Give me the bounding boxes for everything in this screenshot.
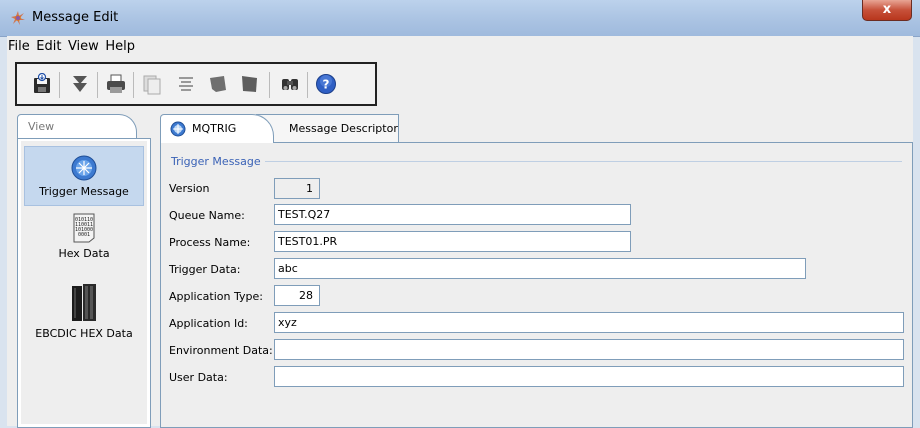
trigger-message-icon — [71, 155, 97, 181]
application-type-label: Application Type: — [169, 290, 263, 303]
process-name-field[interactable]: TEST01.PR — [274, 231, 631, 252]
menu-view[interactable]: View — [67, 36, 101, 54]
ebcdic-hex-data-icon — [70, 283, 98, 323]
user-data-field[interactable] — [274, 366, 904, 387]
application-id-field[interactable]: xyz — [274, 312, 904, 333]
view-tab[interactable]: View — [17, 114, 137, 139]
section-divider — [265, 161, 902, 162]
view-panel: View Trigger Message 010110 110011 10100… — [17, 114, 151, 428]
tab-message-descriptor[interactable]: Message Descriptor — [256, 114, 399, 142]
environment-data-field[interactable] — [274, 339, 904, 360]
tab-label: Message Descriptor — [289, 122, 398, 135]
download-icon[interactable] — [69, 73, 91, 95]
toolbar: ? — [15, 62, 377, 106]
close-button[interactable]: x — [862, 0, 912, 21]
menu-help[interactable]: Help — [104, 36, 137, 54]
view-panel-frame: Trigger Message 010110 110011 101000 000… — [17, 138, 151, 428]
print-icon[interactable] — [105, 73, 127, 95]
toolbar-separator — [59, 72, 60, 98]
queue-name-label: Queue Name: — [169, 209, 245, 222]
toolbar-separator — [97, 72, 98, 98]
window-title: Message Edit — [32, 10, 119, 25]
application-id-label: Application Id: — [169, 317, 248, 330]
align-icon[interactable] — [175, 73, 197, 95]
application-type-field[interactable]: 28 — [274, 285, 320, 306]
section-title: Trigger Message — [171, 155, 261, 168]
nav-item-label: Hex Data — [58, 247, 110, 260]
find-icon[interactable] — [279, 73, 301, 95]
nav-item-hex-data[interactable]: 010110 110011 101000 0001 Hex Data — [24, 209, 144, 269]
version-label: Version — [169, 182, 210, 195]
hex-data-icon: 010110 110011 101000 0001 — [72, 213, 96, 243]
nav-item-trigger-message[interactable]: Trigger Message — [24, 146, 144, 206]
save-icon[interactable] — [31, 73, 53, 95]
menu-edit[interactable]: Edit — [35, 36, 63, 54]
tab-mqtrig[interactable]: MQTRIG — [160, 114, 274, 143]
queue-name-field[interactable]: TEST.Q27 — [274, 204, 631, 225]
menu-file[interactable]: File — [7, 36, 32, 54]
toolbar-separator — [133, 72, 134, 98]
nav-item-label: Trigger Message — [39, 185, 129, 198]
trigger-data-field[interactable]: abc — [274, 258, 806, 279]
app-icon — [10, 10, 26, 26]
paste-icon[interactable] — [207, 73, 229, 95]
view-list: Trigger Message 010110 110011 101000 000… — [21, 141, 147, 424]
process-name-label: Process Name: — [169, 236, 251, 249]
toolbar-area: ? — [7, 58, 913, 110]
menu-bar: File Edit View Help — [7, 36, 913, 58]
toolbar-separator — [269, 72, 270, 98]
view-tab-label: View — [28, 120, 55, 133]
trigger-data-label: Trigger Data: — [169, 263, 241, 276]
svg-text:0001: 0001 — [78, 232, 90, 238]
environment-data-label: Environment Data: — [169, 344, 273, 357]
user-data-label: User Data: — [169, 371, 228, 384]
version-field: 1 — [274, 178, 320, 199]
mqtrig-icon — [170, 121, 186, 137]
title-bar: Message Edit x — [0, 0, 920, 37]
svg-text:?: ? — [323, 78, 330, 92]
toolbar-separator — [307, 72, 308, 98]
nav-item-label: EBCDIC HEX Data — [35, 327, 133, 340]
tab-label: MQTRIG — [192, 122, 237, 135]
delete-icon[interactable] — [239, 73, 261, 95]
copy-icon[interactable] — [141, 73, 163, 95]
nav-item-ebcdic-hex-data[interactable]: EBCDIC HEX Data — [24, 281, 144, 347]
help-icon[interactable]: ? — [315, 73, 337, 95]
